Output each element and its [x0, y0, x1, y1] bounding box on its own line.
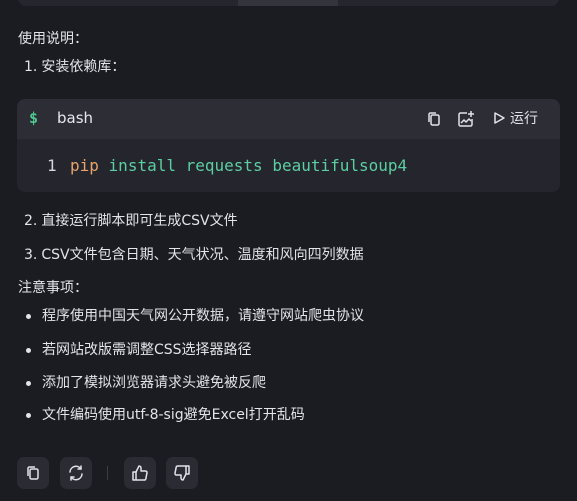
- step-item: 3. CSV文件包含日期、天气状况、温度和风向四列数据: [24, 245, 364, 265]
- insert-icon[interactable]: [456, 109, 476, 129]
- copy-icon[interactable]: [424, 109, 444, 129]
- bullet-icon: [26, 347, 31, 353]
- usage-heading: 使用说明：: [18, 31, 88, 47]
- step-item: 2. 直接运行脚本即可生成CSV文件: [24, 211, 238, 231]
- bullet-icon: [26, 412, 31, 418]
- code-token-cmd: pip: [70, 156, 99, 175]
- code-token-sub: install: [108, 156, 176, 175]
- regenerate-button[interactable]: [60, 457, 92, 489]
- list-item-text: 文件编码使用utf-8-sig避免Excel打开乱码: [42, 407, 305, 423]
- prompt-symbol: $: [29, 109, 39, 127]
- thumbs-down-icon: [174, 465, 190, 481]
- copy-response-button[interactable]: [17, 457, 49, 489]
- list-item: 文件编码使用utf-8-sig避免Excel打开乱码: [24, 405, 305, 425]
- line-number: 1: [47, 156, 57, 175]
- step-number: 1.: [24, 59, 38, 75]
- step-text: 安装依赖库：: [41, 59, 126, 75]
- list-item: 程序使用中国天气网公开数据，请遵守网站爬虫协议: [24, 306, 364, 326]
- thumbs-down-button[interactable]: [166, 457, 198, 489]
- step-item: 1. 安装依赖库：: [24, 57, 125, 77]
- list-item-text: 程序使用中国天气网公开数据，请遵守网站爬虫协议: [42, 308, 364, 324]
- step-number: 2.: [24, 213, 38, 229]
- list-item-text: 若网站改版需调整CSS选择器路径: [42, 342, 252, 358]
- code-line: pip install requests beautifulsoup4: [70, 154, 407, 178]
- code-block: $ bash 运行 1 pip install requests beautif…: [17, 99, 560, 192]
- top-bar: [18, 0, 559, 6]
- thumbs-up-icon: [132, 465, 148, 481]
- regenerate-icon: [69, 465, 83, 481]
- action-divider: [107, 466, 108, 480]
- list-item: 若网站改版需调整CSS选择器路径: [24, 340, 252, 360]
- step-number: 3.: [24, 247, 38, 263]
- code-token-args: requests beautifulsoup4: [185, 156, 408, 175]
- thumbs-up-button[interactable]: [124, 457, 156, 489]
- list-item: 添加了模拟浏览器请求头避免被反爬: [24, 373, 266, 393]
- notes-heading: 注意事项：: [18, 280, 88, 296]
- copy-icon: [27, 466, 39, 480]
- step-text: CSV文件包含日期、天气状况、温度和风向四列数据: [41, 247, 364, 263]
- step-text: 直接运行脚本即可生成CSV文件: [41, 213, 238, 229]
- run-label: 运行: [510, 111, 538, 127]
- run-button[interactable]: 运行: [492, 108, 538, 128]
- code-language: bash: [57, 109, 94, 127]
- code-header: $ bash 运行: [17, 99, 560, 139]
- bullet-icon: [26, 380, 31, 386]
- play-icon: [494, 112, 505, 124]
- collapse-toggle[interactable]: [238, 0, 338, 6]
- list-item-text: 添加了模拟浏览器请求头避免被反爬: [42, 375, 266, 391]
- bullet-icon: [26, 313, 31, 319]
